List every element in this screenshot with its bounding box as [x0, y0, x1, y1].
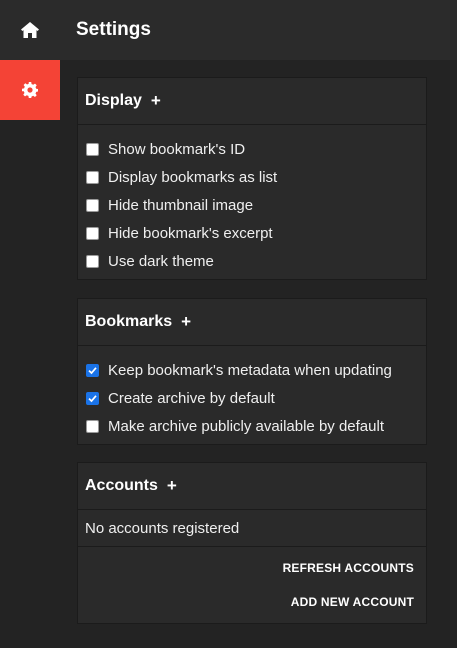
- option-label: Use dark theme: [108, 252, 214, 270]
- settings-content: Display + Show bookmark's ID Display boo…: [60, 60, 457, 648]
- sidebar-item-settings[interactable]: [0, 60, 60, 120]
- header: Settings: [60, 0, 457, 60]
- checkbox[interactable]: [86, 254, 99, 268]
- option-label: Show bookmark's ID: [108, 140, 246, 158]
- option-label: Display bookmarks as list: [108, 168, 278, 186]
- checkmark-icon: [88, 394, 97, 402]
- checkbox[interactable]: [86, 142, 99, 156]
- option-label: Hide thumbnail image: [108, 196, 254, 214]
- option-display-as-list[interactable]: Display bookmarks as list: [78, 163, 426, 191]
- checkbox[interactable]: [86, 170, 99, 184]
- option-create-archive[interactable]: Create archive by default: [78, 384, 426, 412]
- checkbox-checked[interactable]: [86, 391, 99, 405]
- bookmarks-panel: Bookmarks + Keep bookmark's metadata whe…: [77, 298, 427, 445]
- option-show-bookmark-id[interactable]: Show bookmark's ID: [78, 135, 426, 163]
- accounts-panel-header[interactable]: Accounts +: [78, 463, 426, 510]
- accounts-empty-message: No accounts registered: [78, 510, 426, 547]
- option-dark-theme[interactable]: Use dark theme: [78, 247, 426, 275]
- home-icon: [21, 22, 39, 38]
- option-label: Hide bookmark's excerpt: [108, 224, 273, 242]
- display-panel: Display + Show bookmark's ID Display boo…: [77, 77, 427, 280]
- add-new-account-button[interactable]: ADD NEW ACCOUNT: [78, 585, 426, 619]
- sidebar-item-home[interactable]: [0, 0, 60, 60]
- checkbox[interactable]: [86, 419, 99, 433]
- checkmark-icon: [88, 366, 97, 374]
- display-panel-header[interactable]: Display +: [78, 78, 426, 125]
- option-label: Create archive by default: [108, 389, 275, 407]
- refresh-accounts-button[interactable]: REFRESH ACCOUNTS: [78, 551, 426, 585]
- checkbox[interactable]: [86, 198, 99, 212]
- option-hide-thumbnail[interactable]: Hide thumbnail image: [78, 191, 426, 219]
- accounts-panel: Accounts + No accounts registered REFRES…: [77, 462, 427, 624]
- option-keep-metadata[interactable]: Keep bookmark's metadata when updating: [78, 356, 426, 384]
- expand-icon[interactable]: +: [167, 476, 177, 496]
- bookmarks-panel-title: Bookmarks: [85, 313, 173, 330]
- sidebar: [0, 0, 60, 648]
- option-label: Keep bookmark's metadata when updating: [108, 361, 392, 379]
- accounts-panel-title: Accounts: [85, 477, 158, 494]
- option-public-archive[interactable]: Make archive publicly available by defau…: [78, 412, 426, 440]
- expand-icon[interactable]: +: [151, 91, 161, 111]
- option-label: Make archive publicly available by defau…: [108, 417, 384, 435]
- checkbox-checked[interactable]: [86, 363, 99, 377]
- expand-icon[interactable]: +: [181, 312, 191, 332]
- bookmarks-panel-header[interactable]: Bookmarks +: [78, 299, 426, 346]
- display-panel-title: Display: [85, 92, 142, 109]
- option-hide-excerpt[interactable]: Hide bookmark's excerpt: [78, 219, 426, 247]
- gear-icon: [22, 82, 38, 98]
- checkbox[interactable]: [86, 226, 99, 240]
- page-title: Settings: [76, 19, 151, 40]
